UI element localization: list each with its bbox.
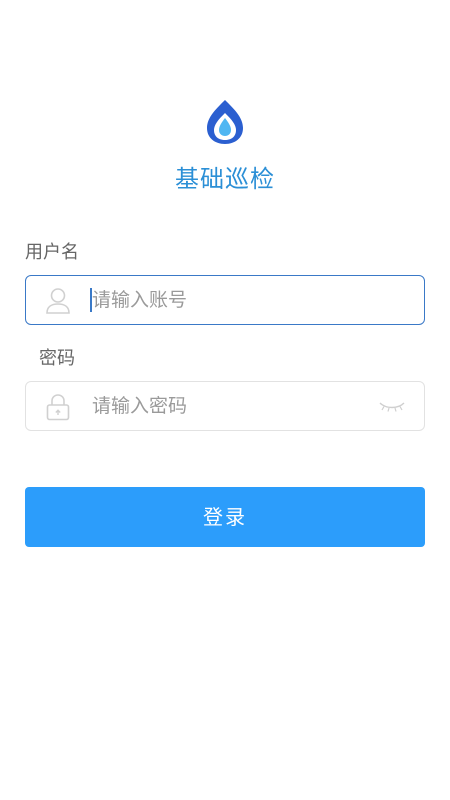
login-button[interactable]: 登录: [25, 487, 425, 547]
password-field[interactable]: 请输入密码: [25, 381, 425, 431]
water-drop-logo-icon: [203, 99, 247, 145]
username-label: 用户名: [25, 242, 79, 263]
password-label: 密码: [39, 348, 75, 369]
lock-icon: [45, 393, 71, 421]
username-field[interactable]: 请输入账号: [25, 275, 425, 325]
login-page: 基础巡检 用户名 请输入账号 密码 请输入密码 登录: [0, 0, 450, 800]
username-placeholder[interactable]: 请输入账号: [92, 276, 187, 324]
app-title: 基础巡检: [175, 165, 275, 193]
password-placeholder[interactable]: 请输入密码: [92, 382, 187, 430]
user-icon: [45, 287, 71, 315]
eye-closed-icon[interactable]: [378, 399, 406, 415]
